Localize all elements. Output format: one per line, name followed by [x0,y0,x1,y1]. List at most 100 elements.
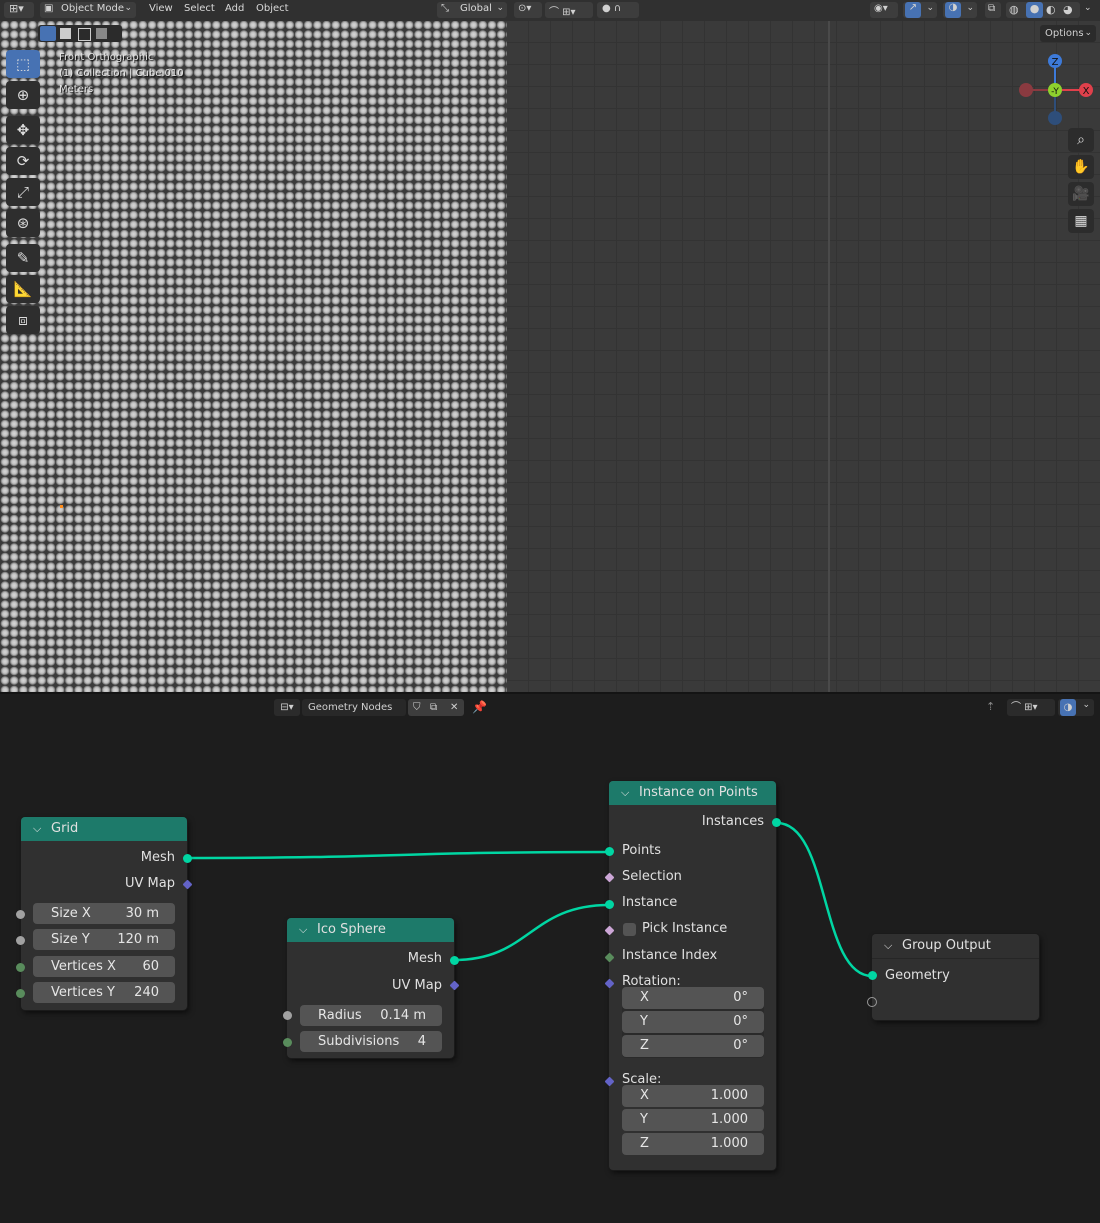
grid-node[interactable]: ⌵ Grid Mesh UV Map Size X 30 m Size Y 120 m… [21,817,187,1010]
group-output-geometry-socket[interactable] [868,971,877,980]
mode-dropdown[interactable]: ▣ Object Mode ⌄ [40,2,136,18]
iop-input-points-label: Points [622,843,662,858]
measure-tool[interactable]: 📐 [6,275,40,303]
transform-tool[interactable]: ⊛ [6,209,40,237]
menu-view[interactable]: View [149,3,173,14]
select-extend-icon[interactable] [60,28,71,39]
gizmo-neg-x-axis[interactable] [1019,83,1033,97]
ico-radius-field[interactable]: Radius 0.14 m [300,1005,442,1026]
xray-toggle[interactable]: ⧉ [985,2,1001,18]
chevron-down-icon[interactable]: ⌄ [1084,3,1092,13]
scale-tool[interactable]: ⤢ [6,178,40,206]
rendered-shading-icon[interactable]: ◕ [1063,3,1073,16]
ico-subdivisions-socket[interactable] [283,1038,292,1047]
grid-node-header[interactable]: ⌵ Grid [21,817,187,841]
rotation-z-field[interactable]: Z 0° [622,1035,764,1057]
select-new-icon[interactable] [40,26,56,41]
grid-vertices-y-socket[interactable] [16,989,25,998]
instance-on-points-header[interactable]: ⌵ Instance on Points [609,781,776,805]
snapping-dropdown[interactable]: ⌒ ⊞▾ [545,2,593,18]
visibility-dropdown[interactable]: ◉▾ [870,2,898,18]
collapse-chevron-icon[interactable]: ⌵ [621,781,629,805]
select-mode-buttons[interactable] [38,25,122,42]
grid-size-x-socket[interactable] [16,910,25,919]
ico-subdivisions-field[interactable]: Subdivisions 4 [300,1031,442,1052]
ico-radius-socket[interactable] [283,1011,292,1020]
rotation-y-field[interactable]: Y 0° [622,1011,764,1033]
iop-input-instance-label: Instance [622,895,678,910]
collapse-chevron-icon[interactable]: ⌵ [299,918,307,942]
overlays-toggle[interactable]: ◑ ⌄ [943,2,977,18]
measure-icon: 📐 [13,280,33,298]
menu-select[interactable]: Select [184,3,215,14]
scale-y-field[interactable]: Y 1.000 [622,1109,764,1131]
instance-on-points-node[interactable]: ⌵ Instance on Points Instances Points Sel… [609,781,776,1170]
scale-z-field[interactable]: Z 1.000 [622,1133,764,1155]
node-editor[interactable]: ⊟▾ Geometry Nodes ⛉ ⧉ ✕ 📌 ⇡ ⌒ ⊞▾ ◑ ⌄ ⌵ Gr… [0,692,1100,1223]
gizmo-neg-z-axis[interactable] [1048,111,1062,125]
move-tool[interactable]: ✥ [6,116,40,144]
group-output-empty-socket[interactable] [867,997,877,1007]
select-subtract-icon[interactable] [78,28,91,41]
group-output-geometry-label: Geometry [885,968,950,983]
iop-points-socket[interactable] [605,847,614,856]
chevron-down-icon: ⌄ [966,3,974,13]
iop-instances-socket[interactable] [772,818,781,827]
zoom-button[interactable]: ⌕ [1068,128,1094,152]
select-box-icon: ⬚ [15,55,31,73]
rotation-x-field[interactable]: X 0° [622,987,764,1009]
editor-type-button[interactable]: ⊞▾ [4,2,34,18]
mode-label: Object Mode [61,3,124,14]
cursor-tool[interactable]: ⊕ [6,81,40,109]
camera-view-button[interactable]: 🎥 [1068,182,1094,206]
select-box-tool[interactable]: ⬚ [6,50,40,78]
wireframe-shading-icon[interactable]: ◍ [1009,3,1019,16]
iop-instance-socket[interactable] [605,900,614,909]
navigation-gizmo[interactable]: Z X -Y [1015,50,1095,130]
link-icosphere-to-instance [453,903,610,962]
annotate-tool[interactable]: ✎ [6,244,40,272]
proportional-editing[interactable]: ● ∩ [597,2,639,18]
group-output-header[interactable]: ⌵ Group Output [872,934,1039,959]
transform-icon: ⊛ [16,214,30,232]
add-cube-tool[interactable]: ⧈ [6,306,40,334]
group-output-node[interactable]: ⌵ Group Output Geometry [872,934,1039,1020]
3d-viewport[interactable]: ⊞▾ ▣ Object Mode ⌄ View Select Add Objec… [0,0,1100,692]
iop-output-instances-label: Instances [701,814,764,829]
collection-info: (1) Collection | Cube.010 [59,68,184,79]
svg-text:Z: Z [1052,57,1059,68]
object-origin[interactable] [60,505,63,508]
grid-size-x-field[interactable]: Size X 30 m [33,903,175,924]
scale-x-field[interactable]: X 1.000 [622,1085,764,1107]
menu-add[interactable]: Add [225,3,244,14]
editor-type-icon: ⊞▾ [9,2,24,15]
gizmo-toggle[interactable]: ↗ ⌄ [903,2,937,18]
ico-sphere-node[interactable]: ⌵ Ico Sphere Mesh UV Map Radius 0.14 m Sub… [287,918,454,1058]
solid-shading-icon[interactable]: ● [1026,2,1043,18]
orientation-icon: ⤡ [441,3,449,14]
material-shading-icon[interactable]: ◐ [1046,3,1056,16]
rotate-tool[interactable]: ⟳ [6,147,40,175]
pivot-point-dropdown[interactable]: ⊙▾ [514,2,542,18]
grid-vertices-y-field[interactable]: Vertices Y 240 [33,982,175,1003]
menu-object[interactable]: Object [256,3,289,14]
pan-button[interactable]: ✋ [1068,155,1094,179]
collapse-chevron-icon[interactable]: ⌵ [33,817,41,841]
grid-vertices-x-field[interactable]: Vertices X 60 [33,956,175,977]
ico-mesh-socket[interactable] [450,956,459,965]
collapse-chevron-icon[interactable]: ⌵ [884,934,892,958]
ico-sphere-node-title: Ico Sphere [317,922,386,937]
grid-vertices-x-socket[interactable] [16,963,25,972]
ortho-toggle-button[interactable]: ▦ [1068,209,1094,233]
shading-modes[interactable]: ◍ ● ◐ ◕ [1006,2,1080,18]
grid-mesh-socket[interactable] [183,854,192,863]
grid-size-y-socket[interactable] [16,936,25,945]
grid-size-y-field[interactable]: Size Y 120 m [33,929,175,950]
snap-icon: ⌒ ⊞▾ [549,7,576,18]
transform-orientation-dropdown[interactable]: ⤡ Global ⌄ [437,2,507,18]
ico-sphere-node-header[interactable]: ⌵ Ico Sphere [287,918,454,942]
select-invert-icon[interactable] [96,28,107,39]
options-dropdown[interactable]: Options ⌄ [1040,25,1096,42]
instanced-spheres-grid[interactable] [0,20,507,692]
pick-instance-checkbox[interactable] [623,923,636,936]
